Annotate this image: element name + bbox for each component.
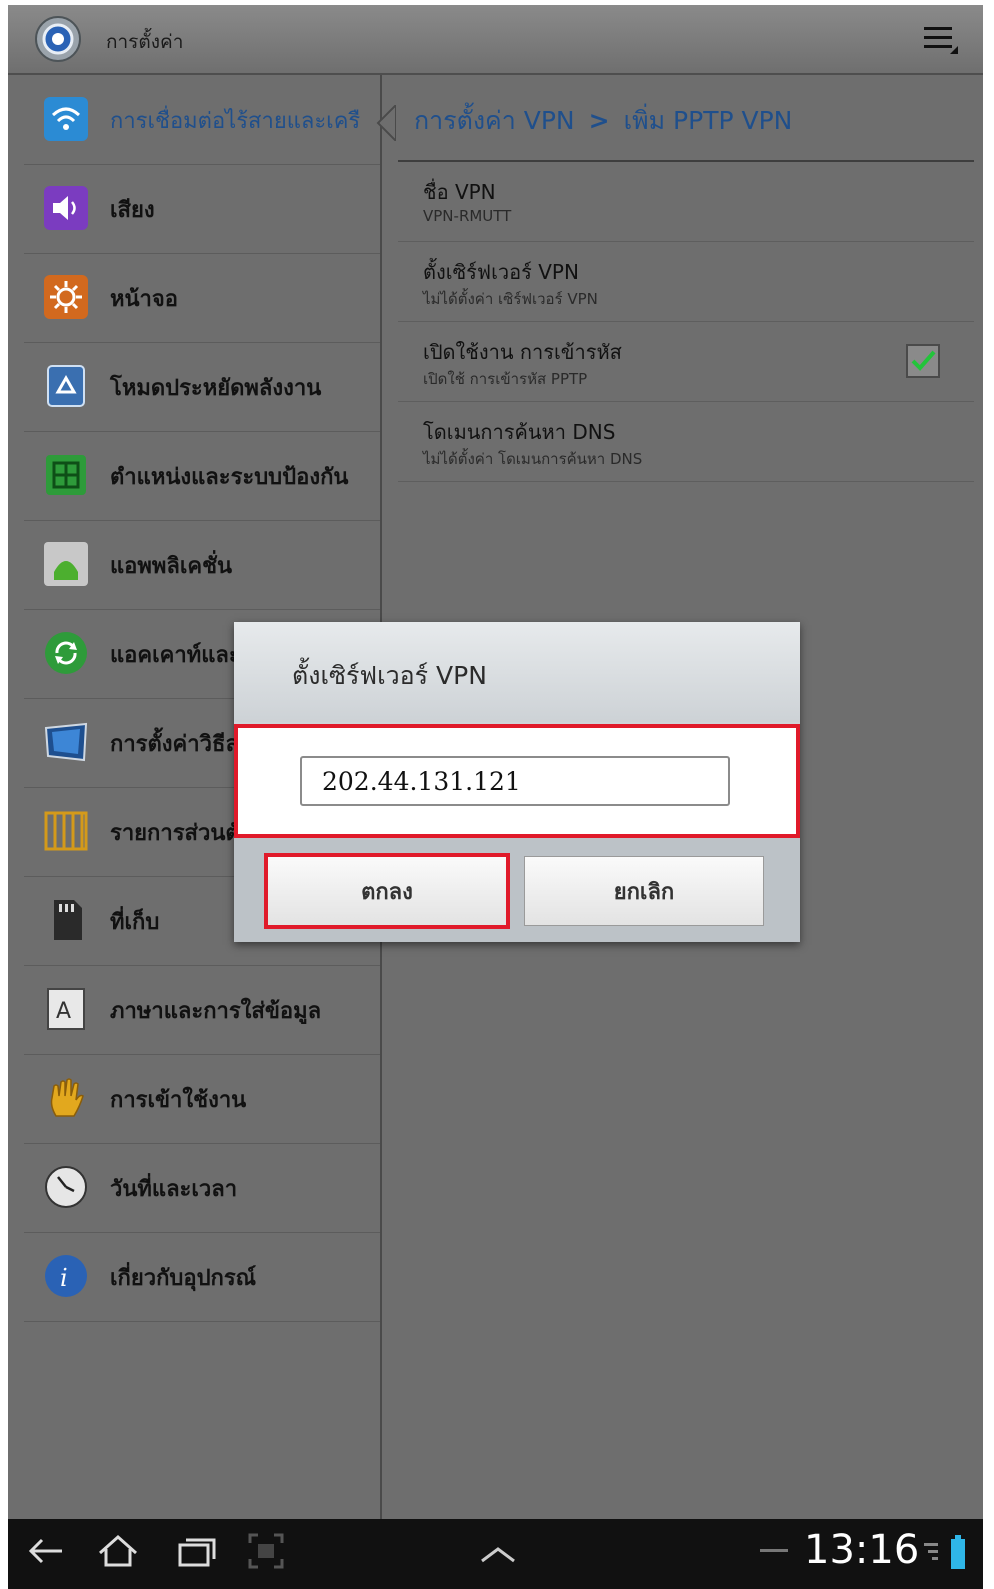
pref-encryption[interactable]: เปิดใช้งาน การเข้ารหัส เปิดใช้ การเข้ารห…: [398, 322, 974, 402]
sidebar-item-label: ตำแหน่งและระบบป้องกัน: [110, 465, 349, 490]
sidebar-item-label: วันที่และเวลา: [110, 1177, 238, 1202]
hand-icon: [50, 1078, 84, 1117]
pref-summary: ไม่ได้ตั้งค่า โดเมนการค้นหา DNS: [423, 450, 643, 468]
home-icon[interactable]: [96, 1531, 140, 1571]
sidebar-item-label: หน้าจอ: [110, 287, 178, 312]
motion-icon: [44, 722, 88, 762]
sidebar-item-label: การตั้งค่าวิธีล: [110, 732, 239, 757]
vpn-server-input[interactable]: [300, 756, 730, 806]
page-title: การตั้งค่า: [106, 31, 184, 53]
svg-text:A: A: [56, 999, 71, 1024]
pref-summary: ไม่ได้ตั้งค่า เซิร์ฟเวอร์ VPN: [423, 290, 598, 308]
breadcrumb-separator: >: [588, 106, 610, 135]
sidebar-item-sound[interactable]: เสียง: [24, 164, 380, 254]
dialog-body: [234, 724, 800, 838]
recent-apps-icon[interactable]: [174, 1531, 218, 1571]
menu-icon[interactable]: [924, 23, 958, 55]
system-navigation-bar: 13:16: [8, 1519, 983, 1589]
language-icon: A: [47, 988, 85, 1030]
sidebar-item-label: การเข้าใช้งาน: [110, 1088, 247, 1113]
sdcard-icon: [54, 900, 82, 940]
breadcrumb-current: เพิ่ม PPTP VPN: [623, 106, 793, 135]
sidebar-item-wireless-networks[interactable]: การเชื่อมต่อไร้สายและเครือข่าย: [24, 75, 396, 165]
info-icon: i: [45, 1255, 87, 1297]
ok-button[interactable]: ตกลง: [264, 853, 510, 929]
sidebar-item-label: ภาษาและการใส่ข้อมูล: [110, 999, 322, 1024]
vpn-server-dialog: ตั้งเซิร์ฟเวอร์ VPN ตกลง ยกเลิก: [234, 622, 800, 942]
sidebar-item-label: แอคเคาท์และ: [110, 643, 241, 668]
sidebar-item-label: เสียง: [110, 198, 155, 223]
sidebar-item-power-saving[interactable]: โหมดประหยัดพลังงาน: [24, 342, 380, 432]
location-security-icon: [46, 455, 86, 495]
clock-icon: [45, 1166, 87, 1208]
dialog-button-bar: ตกลง ยกเลิก: [234, 838, 800, 942]
sidebar-item-label: เกี่ยวกับอุปกรณ์: [110, 1266, 257, 1291]
cancel-button[interactable]: ยกเลิก: [524, 856, 764, 926]
dialog-header: ตั้งเซิร์ฟเวอร์ VPN: [234, 622, 800, 722]
power-saving-icon: [47, 365, 85, 407]
android-icon: [44, 542, 88, 586]
back-icon[interactable]: [26, 1531, 66, 1571]
breadcrumb-parent[interactable]: การตั้งค่า VPN: [414, 106, 575, 135]
battery-icon: [951, 1535, 965, 1569]
sidebar-item-label: แอพพลิเคชั่น: [110, 554, 233, 579]
signal-icon: [924, 1543, 938, 1560]
minus-icon: [760, 1549, 788, 1552]
sidebar-item-applications[interactable]: แอพพลิเคชั่น: [24, 520, 380, 610]
breadcrumb: การตั้งค่า VPN > เพิ่ม PPTP VPN: [414, 101, 792, 141]
sidebar-item-accessibility[interactable]: การเข้าใช้งาน: [24, 1054, 380, 1144]
tablet-screen: การตั้งค่า การเชื่อมต่อไร้สายและเครือข่า…: [8, 5, 983, 1589]
sidebar-item-label: ที่เก็บ: [110, 910, 160, 935]
sound-icon: [44, 186, 88, 230]
settings-gear-icon[interactable]: [32, 13, 84, 65]
sidebar-item-date-time[interactable]: วันที่และเวลา: [24, 1143, 380, 1233]
sidebar-item-display[interactable]: หน้าจอ: [24, 253, 380, 343]
status-clock: 13:16: [804, 1527, 920, 1573]
pref-summary: VPN-RMUTT: [423, 207, 512, 225]
pref-summary: เปิดใช้ การเข้ารหัส PPTP: [423, 370, 588, 388]
selected-indicator-icon: [376, 105, 396, 141]
screenshot-icon[interactable]: [246, 1531, 286, 1571]
sidebar-item-language-input[interactable]: A ภาษาและการใส่ข้อมูล: [24, 965, 380, 1055]
dialog-title: ตั้งเซิร์ฟเวอร์ VPN: [292, 661, 487, 690]
sidebar-item-label: โหมดประหยัดพลังงาน: [110, 376, 322, 401]
pref-title: เปิดใช้งาน การเข้ารหัส: [423, 340, 622, 364]
svg-text:i: i: [60, 1264, 68, 1292]
sidebar-item-location-security[interactable]: ตำแหน่งและระบบป้องกัน: [24, 431, 380, 521]
display-icon: [44, 275, 88, 319]
sync-icon: [45, 632, 87, 674]
pref-dns-search-domains[interactable]: โดเมนการค้นหา DNS ไม่ได้ตั้งค่า โดเมนการ…: [398, 402, 974, 482]
pref-vpn-name[interactable]: ชื่อ VPN VPN-RMUTT: [398, 162, 974, 242]
pref-title: โดเมนการค้นหา DNS: [423, 420, 616, 444]
pref-vpn-server[interactable]: ตั้งเซิร์ฟเวอร์ VPN ไม่ได้ตั้งค่า เซิร์ฟ…: [398, 242, 974, 322]
sidebar-item-label: การเชื่อมต่อไร้สายและเครือข่าย: [110, 109, 362, 134]
chevron-up-icon[interactable]: [478, 1531, 518, 1571]
encryption-checkbox[interactable]: [906, 344, 940, 378]
pref-title: ตั้งเซิร์ฟเวอร์ VPN: [423, 260, 579, 284]
action-bar: การตั้งค่า: [8, 5, 983, 75]
checkmark-icon: [911, 350, 936, 371]
privacy-icon: [44, 811, 88, 851]
wifi-icon: [44, 97, 88, 141]
sidebar-item-label: รายการส่วนตั: [110, 821, 240, 846]
pref-title: ชื่อ VPN: [423, 180, 496, 204]
sidebar-item-about-device[interactable]: i เกี่ยวกับอุปกรณ์: [24, 1232, 380, 1322]
